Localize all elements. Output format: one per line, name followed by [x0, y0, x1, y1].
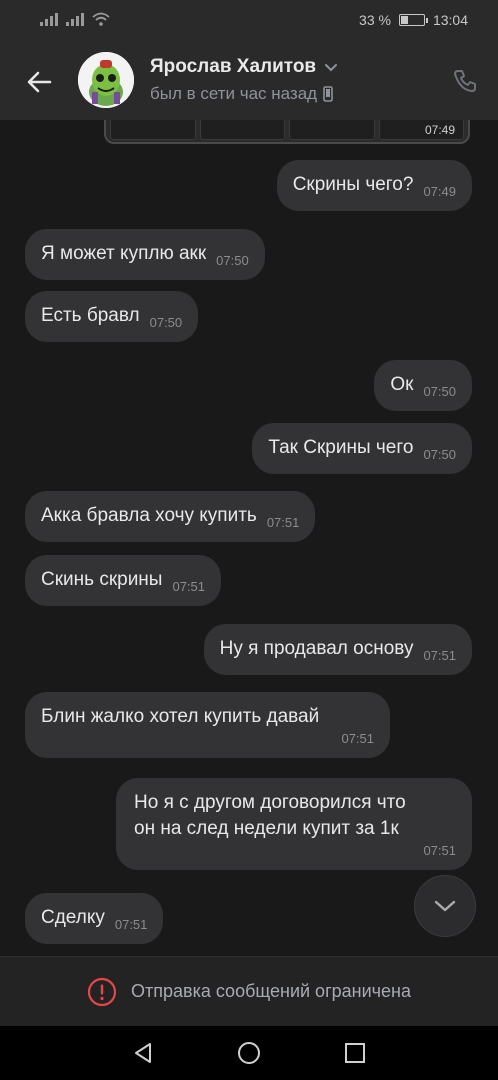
message-time: 07:50 — [423, 447, 456, 462]
screenshot-preview[interactable]: 07:49 — [104, 120, 470, 144]
message-bubble-incoming[interactable]: Сделку 07:51 — [25, 893, 164, 944]
message-bubble-incoming[interactable]: Акка бравла хочу купить 07:51 — [25, 491, 316, 542]
message-bubble-outgoing[interactable]: Ну я продавал основу 07:51 — [203, 624, 472, 675]
contact-name-label: Ярослав Халитов — [150, 56, 317, 77]
message-text: Я может куплю акк — [41, 243, 207, 264]
message-text: Скрины чего? — [292, 174, 414, 195]
clock: 13:04 — [432, 12, 468, 28]
message-time: 07:51 — [172, 579, 206, 594]
signal-indicators — [40, 12, 110, 26]
message-bubble-incoming[interactable]: Блин жалко хотел купить давай 07:51 — [25, 692, 390, 758]
chat-header: Ярослав Халитов был в сети час назад — [0, 42, 498, 120]
message-text-line: он на след недели купит за 1к — [134, 818, 399, 839]
nav-home-icon[interactable] — [236, 1040, 262, 1066]
message-bubble-incoming[interactable]: Я может куплю акк 07:50 — [25, 229, 265, 280]
scroll-to-bottom-button[interactable] — [414, 875, 476, 937]
message-text: Скинь скрины — [41, 569, 163, 590]
message-text: Есть бравл — [41, 305, 140, 326]
message-text: Так Скрины чего — [268, 437, 414, 458]
battery-percent: 33 % — [359, 12, 391, 28]
message-bubble-outgoing[interactable]: Так Скрины чего 07:50 — [252, 423, 472, 474]
screenshot-thumbnail[interactable] — [289, 120, 375, 140]
chevron-down-icon — [325, 64, 338, 72]
arrow-left-icon[interactable] — [22, 64, 58, 100]
phone-icon[interactable] — [452, 68, 478, 94]
avatar[interactable] — [78, 52, 134, 108]
message-bubble-outgoing[interactable]: Ок 07:50 — [374, 360, 472, 411]
message-time: 07:49 — [423, 184, 456, 199]
message-time: 07:51 — [114, 917, 148, 932]
message-list[interactable]: 07:49 Скрины чего? 07:49 Я может куплю ак… — [0, 120, 498, 956]
screenshot-thumbnail[interactable] — [110, 120, 196, 140]
battery-icon — [398, 14, 428, 26]
screenshot-time: 07:49 — [424, 123, 455, 137]
message-text: Блин жалко хотел купить давай — [41, 706, 320, 727]
message-time: 07:51 — [266, 515, 300, 530]
message-bubble-incoming[interactable]: Скинь скрины 07:51 — [25, 555, 222, 606]
restriction-text: Отправка сообщений ограничена — [131, 981, 411, 1001]
contact-name[interactable]: Ярослав Халитов — [150, 56, 338, 78]
message-time: 07:51 — [341, 731, 374, 746]
message-bubble-outgoing[interactable]: Скрины чего? 07:49 — [276, 160, 472, 211]
screenshot-thumbnail[interactable]: 07:49 — [378, 120, 464, 140]
message-time: 07:51 — [423, 648, 456, 663]
chevron-down-icon — [434, 900, 456, 912]
mobile-device-icon — [323, 86, 333, 102]
avatar-image — [78, 52, 134, 108]
nav-back-icon[interactable] — [130, 1040, 156, 1066]
message-time: 07:50 — [149, 315, 183, 330]
messaging-restricted-banner: Отправка сообщений ограничена — [0, 956, 498, 1026]
message-time: 07:50 — [423, 384, 456, 399]
wifi-icon — [92, 12, 110, 26]
system-navigation-bar — [0, 1026, 498, 1080]
message-text: Ок — [390, 374, 414, 395]
signal-icon — [66, 12, 84, 26]
status-bar: 33 % 13:04 — [0, 0, 498, 42]
message-text: Акка бравла хочу купить — [41, 505, 257, 526]
screenshot-thumbnail[interactable] — [199, 120, 285, 140]
status-right: 33 % 13:04 — [359, 12, 468, 28]
message-text: Сделку — [41, 907, 105, 928]
message-time: 07:50 — [216, 253, 249, 268]
message-time: 07:51 — [423, 843, 456, 858]
alert-circle-icon — [87, 977, 117, 1006]
message-text-line: Но я с другом договорился что — [134, 792, 406, 813]
signal-icon — [40, 12, 58, 26]
nav-recents-icon[interactable] — [342, 1040, 368, 1066]
battery-fill — [400, 16, 409, 24]
message-bubble-incoming[interactable]: Есть бравл 07:50 — [25, 291, 199, 342]
message-text: Ну я продавал основу — [219, 638, 414, 659]
message-bubble-outgoing[interactable]: Но я с другом договорился что он на след… — [116, 778, 472, 870]
last-seen-label: был в сети час назад — [150, 84, 318, 103]
contact-status: был в сети час назад — [150, 84, 333, 104]
